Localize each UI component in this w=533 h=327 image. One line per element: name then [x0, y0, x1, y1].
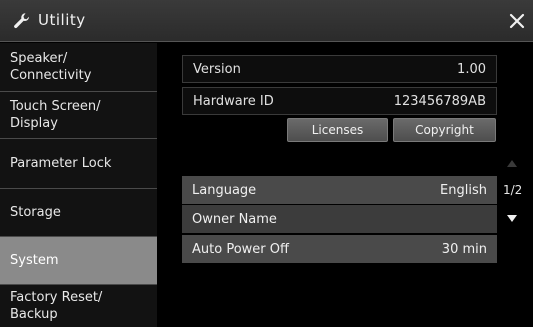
- wrench-icon: [14, 13, 30, 29]
- setting-row-auto-power-off[interactable]: Auto Power Off 30 min: [182, 235, 497, 263]
- setting-label: Language: [192, 182, 257, 198]
- sidebar-item-label: Parameter Lock: [10, 156, 112, 171]
- sidebar-item-label: Touch Screen/ Display: [10, 99, 101, 131]
- title-bar: Utility: [0, 0, 533, 42]
- setting-label: Owner Name: [192, 211, 277, 227]
- sidebar-item-touch-screen-display[interactable]: Touch Screen/ Display: [0, 92, 157, 139]
- sidebar-item-storage[interactable]: Storage: [0, 189, 157, 237]
- hardware-id-label: Hardware ID: [193, 93, 274, 109]
- setting-value: 30 min: [441, 241, 487, 257]
- version-value: 1.00: [457, 61, 486, 77]
- sidebar-item-label: Factory Reset/ Backup: [10, 290, 103, 322]
- sidebar: Speaker/ Connectivity Touch Screen/ Disp…: [0, 43, 157, 327]
- scroll-down-icon[interactable]: [507, 215, 517, 222]
- sidebar-item-label: Storage: [10, 205, 61, 220]
- sidebar-item-system[interactable]: System: [0, 237, 157, 285]
- version-row: Version 1.00: [182, 55, 497, 83]
- hardware-id-value: 123456789AB: [393, 93, 486, 109]
- sidebar-item-label: Speaker/ Connectivity: [10, 51, 92, 83]
- window-title: Utility: [38, 11, 86, 29]
- setting-label: Auto Power Off: [192, 241, 289, 257]
- sidebar-item-parameter-lock[interactable]: Parameter Lock: [0, 139, 157, 189]
- sidebar-item-label: System: [10, 253, 59, 268]
- setting-row-owner-name[interactable]: Owner Name: [182, 205, 497, 233]
- sidebar-item-speaker-connectivity[interactable]: Speaker/ Connectivity: [0, 43, 157, 92]
- copyright-button[interactable]: Copyright: [393, 118, 496, 142]
- page-indicator: 1/2: [503, 183, 523, 197]
- licenses-button[interactable]: Licenses: [287, 118, 388, 142]
- setting-row-language[interactable]: Language English: [182, 176, 497, 204]
- main-panel: Version 1.00 Hardware ID 123456789AB Lic…: [158, 43, 533, 327]
- version-label: Version: [193, 61, 241, 77]
- scroll-up-icon[interactable]: [507, 160, 517, 167]
- setting-value: English: [440, 182, 487, 198]
- hardware-id-row: Hardware ID 123456789AB: [182, 87, 497, 115]
- close-icon[interactable]: [503, 7, 531, 35]
- sidebar-item-factory-reset-backup[interactable]: Factory Reset/ Backup: [0, 285, 157, 327]
